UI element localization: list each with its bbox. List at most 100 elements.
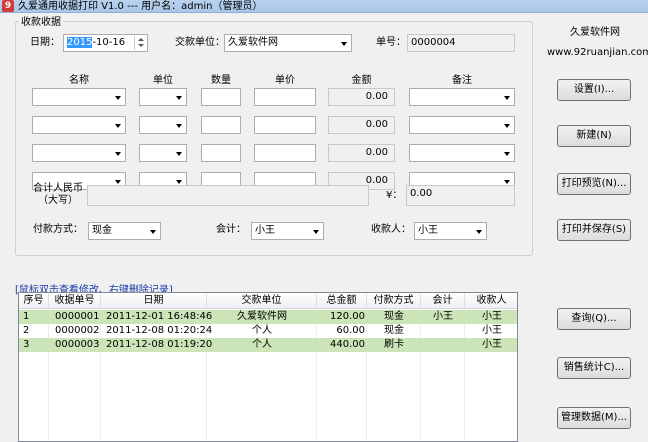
receiver-value: 小王 (418, 225, 438, 236)
item-unit-combo[interactable] (139, 88, 187, 106)
item-quantity-field[interactable] (201, 88, 241, 106)
cell-index: 2 (23, 325, 30, 336)
main-window: 收款收据 日期： 2015-10-16 交款单位： 久爱软件网 单号： 0000… (0, 13, 648, 442)
print-save-button[interactable]: 打印并保存(S) (557, 219, 631, 241)
total-amount-value: 0.00 (410, 188, 433, 199)
col-header-date[interactable]: 日期 (101, 293, 207, 309)
item-name-combo[interactable] (32, 116, 126, 134)
payer-combo[interactable]: 久爱软件网 (224, 34, 352, 52)
receipt-group-caption: 收款收据 (19, 17, 63, 29)
total-amount-field: 0.00 (406, 185, 515, 206)
date-label: 日期： (30, 37, 60, 48)
col-header-index[interactable]: 序号 (19, 293, 49, 309)
print-preview-button[interactable]: 打印预览(N)... (557, 173, 631, 195)
cell-total: 120.00 (330, 311, 365, 322)
payment-method-label: 付款方式： (33, 224, 83, 235)
date-spin-buttons[interactable] (134, 36, 146, 50)
total-cn-field (87, 185, 369, 206)
date-rest-part: -10-16 (92, 37, 126, 48)
item-price-field[interactable] (254, 144, 316, 162)
table-row[interactable]: 3 0000003 2011-12-08 01:19:20 个人 440.00 … (19, 338, 517, 352)
dropdown-arrow-icon (176, 152, 182, 156)
accountant-combo[interactable]: 小王 (251, 222, 324, 240)
brand-url: www.92ruanjian.com (547, 47, 648, 58)
date-selected-part: 2015 (67, 37, 93, 48)
dropdown-arrow-icon (476, 230, 482, 234)
cell-accountant: 小王 (433, 311, 453, 322)
item-price-field[interactable] (254, 116, 316, 134)
col-header-total[interactable]: 总金额 (317, 293, 367, 309)
dropdown-arrow-icon (504, 124, 510, 128)
item-remark-combo[interactable] (409, 88, 515, 106)
col-header-quantity: 数量 (211, 75, 231, 86)
brand-name: 久爱软件网 (570, 27, 620, 38)
item-quantity-field[interactable] (201, 116, 241, 134)
query-button[interactable]: 查询(Q)... (557, 308, 631, 330)
col-header-amount: 金额 (351, 75, 372, 86)
item-name-combo[interactable] (32, 88, 126, 106)
sales-stats-button[interactable]: 销售统计C)... (557, 357, 631, 379)
window-title: 久爱通用收据打印 V1.0 --- 用户名：admin（管理员） (18, 1, 263, 12)
col-header-unit: 单位 (153, 75, 173, 86)
payer-label: 交款单位： (175, 37, 225, 48)
cell-payment-method: 现金 (384, 325, 404, 336)
date-picker[interactable]: 2015-10-16 (63, 34, 148, 52)
dropdown-arrow-icon (176, 124, 182, 128)
cell-receiver: 小王 (482, 325, 502, 336)
cell-total: 440.00 (330, 339, 365, 350)
dropdown-arrow-icon (115, 180, 121, 184)
dropdown-arrow-icon (176, 180, 182, 184)
cell-receiver: 小王 (482, 339, 502, 350)
receiver-combo[interactable]: 小王 (414, 222, 487, 240)
payer-value: 久爱软件网 (228, 37, 278, 48)
cell-index: 1 (23, 311, 30, 322)
receipt-groupbox (15, 21, 533, 256)
cell-receipt-no: 0000001 (55, 311, 100, 322)
cell-accountant (421, 324, 465, 338)
app-icon: 9 (2, 0, 14, 12)
settings-button[interactable]: 设置(I)... (557, 79, 631, 101)
payment-method-value: 现金 (92, 225, 112, 236)
new-button[interactable]: 新建(N) (557, 125, 631, 147)
dropdown-arrow-icon (115, 124, 121, 128)
col-header-receipt-no[interactable]: 收据单号 (49, 293, 101, 309)
dropdown-arrow-icon (504, 180, 510, 184)
spin-up-icon[interactable] (135, 36, 146, 43)
item-amount-field: 0.00 (328, 88, 395, 106)
dropdown-arrow-icon (313, 230, 319, 234)
number-value: 0000004 (411, 37, 456, 48)
col-header-accountant[interactable]: 会计 (421, 293, 465, 309)
item-unit-combo[interactable] (139, 116, 187, 134)
cell-date: 2011-12-08 01:19:20 (106, 339, 213, 350)
col-header-receiver[interactable]: 收款人 (465, 293, 517, 309)
cell-total: 60.00 (336, 325, 365, 336)
cell-payment-method: 刷卡 (384, 339, 404, 350)
number-field: 0000004 (407, 34, 515, 52)
item-remark-combo[interactable] (409, 116, 515, 134)
cell-index: 3 (23, 339, 30, 350)
col-header-name: 名称 (69, 75, 89, 86)
cell-date: 2011-12-08 01:20:24 (106, 325, 213, 336)
records-list-header: 序号 收据单号 日期 交款单位 总金额 付款方式 会计 收款人 (19, 293, 517, 309)
item-remark-combo[interactable] (409, 144, 515, 162)
manage-data-button[interactable]: 管理数据(M)... (557, 407, 631, 429)
total-cn-label-line2: （大写） (38, 195, 78, 206)
item-quantity-field[interactable] (201, 144, 241, 162)
cell-payer: 个人 (252, 339, 272, 350)
cell-payment-method: 现金 (384, 311, 404, 322)
spin-down-icon[interactable] (135, 43, 146, 50)
item-unit-combo[interactable] (139, 144, 187, 162)
receiver-label: 收款人： (371, 224, 411, 235)
table-row[interactable]: 1 0000001 2011-12-01 16:48:46 久爱软件网 120.… (19, 310, 517, 324)
item-amount-field: 0.00 (328, 116, 395, 134)
dropdown-arrow-icon (115, 96, 121, 100)
col-header-payer[interactable]: 交款单位 (207, 293, 317, 309)
title-bar: 9 久爱通用收据打印 V1.0 --- 用户名：admin（管理员） (0, 0, 648, 13)
payment-method-combo[interactable]: 现金 (88, 222, 161, 240)
records-list[interactable]: 序号 收据单号 日期 交款单位 总金额 付款方式 会计 收款人 1 000000… (18, 292, 518, 442)
col-header-price: 单价 (275, 75, 295, 86)
item-name-combo[interactable] (32, 144, 126, 162)
table-row[interactable]: 2 0000002 2011-12-08 01:20:24 个人 60.00 现… (19, 324, 517, 338)
item-price-field[interactable] (254, 88, 316, 106)
col-header-payment-method[interactable]: 付款方式 (367, 293, 421, 309)
